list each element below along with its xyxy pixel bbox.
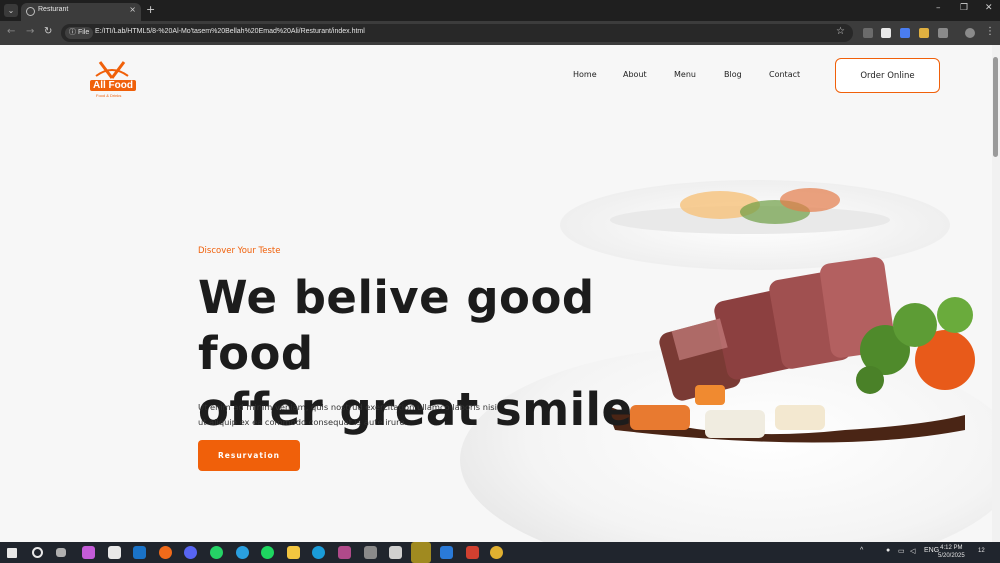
reload-icon[interactable]: ↻ <box>44 26 52 37</box>
tab-close-icon[interactable]: × <box>129 5 136 14</box>
windows-taskbar: ^ ● ▭ ◁ ENG 4:12 PM 5/20/2025 12 <box>0 542 1000 563</box>
nav-about[interactable]: About <box>623 70 647 79</box>
copilot-icon[interactable] <box>82 546 95 559</box>
task-view-icon[interactable] <box>56 548 66 557</box>
bookmark-star-icon[interactable]: ☆ <box>836 26 845 37</box>
hero-description: Ut enim ad minim veniam, quis nostrud ex… <box>198 400 508 430</box>
clock-date: 5/20/2025 <box>938 553 965 559</box>
whatsapp-icon[interactable] <box>210 546 223 559</box>
page-scrollbar[interactable] <box>992 45 1000 542</box>
nav-menu[interactable]: Menu <box>674 70 696 79</box>
close-window-icon[interactable]: ✕ <box>985 3 993 13</box>
clock-time: 4:12 PM <box>940 545 963 551</box>
microphone-icon[interactable]: ● <box>886 547 890 554</box>
site-logo[interactable]: All Food Food & Drinks <box>82 60 142 100</box>
back-icon[interactable]: ← <box>7 26 15 37</box>
restore-icon[interactable]: ❐ <box>960 3 968 13</box>
background-food-image <box>610 188 890 234</box>
description-line-1: Ut enim ad minim veniam, quis nostrud ex… <box>198 402 497 412</box>
notification-icon[interactable]: 12 <box>978 548 985 554</box>
minimize-icon[interactable]: – <box>936 3 941 13</box>
volume-icon[interactable]: ◁ <box>910 547 915 555</box>
puzzle-icon[interactable] <box>938 28 948 38</box>
nav-blog[interactable]: Blog <box>724 70 742 79</box>
windows-start-icon[interactable] <box>7 548 17 558</box>
extension-icon[interactable] <box>919 28 929 38</box>
search-icon[interactable] <box>32 547 43 558</box>
telegram-icon[interactable] <box>236 546 249 559</box>
reservation-button[interactable]: Resurvation <box>198 440 300 471</box>
browser-toolbar: ← → ↻ ⓘ File E:/ITI/Lab/HTML5/8-%20Al-Mo… <box>0 21 1000 45</box>
extension-icon[interactable] <box>863 28 873 38</box>
new-tab-button[interactable]: + <box>146 3 155 16</box>
edge-icon[interactable] <box>312 546 325 559</box>
profile-icon[interactable] <box>965 28 975 38</box>
order-online-button[interactable]: Order Online <box>835 58 940 93</box>
fork-knife-icon <box>95 61 129 79</box>
globe-icon <box>26 7 35 16</box>
logo-name: All Food <box>90 80 136 91</box>
nav-home[interactable]: Home <box>573 70 597 79</box>
network-icon[interactable]: ▭ <box>898 547 905 555</box>
chevron-up-icon[interactable]: ^ <box>860 547 863 554</box>
spotify-icon[interactable] <box>261 546 274 559</box>
app-icon[interactable] <box>389 546 402 559</box>
chrome-icon[interactable] <box>490 546 503 559</box>
extension-icon[interactable] <box>881 28 891 38</box>
app-icon[interactable] <box>338 546 351 559</box>
tab-title: Resturant <box>38 6 69 13</box>
app-icon[interactable] <box>466 546 479 559</box>
clock[interactable]: 4:12 PM 5/20/2025 <box>938 544 965 560</box>
headline-line-1: We belive good food <box>198 271 595 380</box>
extension-icon[interactable] <box>900 28 910 38</box>
store-icon[interactable] <box>108 546 121 559</box>
tab-search-icon[interactable]: ⌄ <box>4 4 18 17</box>
menu-icon[interactable]: ⋮ <box>985 26 995 37</box>
hero-kicker: Discover Your Teste <box>198 246 281 256</box>
page-viewport: All Food Food & Drinks Home About Menu B… <box>0 45 992 542</box>
description-line-2: ut aliquip ex ea commodo consequat is au… <box>198 417 408 427</box>
vscode-icon[interactable] <box>440 546 453 559</box>
address-bar[interactable]: ⓘ File E:/ITI/Lab/HTML5/8-%20Al-Mo'tasem… <box>61 24 853 42</box>
nav-contact[interactable]: Contact <box>769 70 800 79</box>
shield-icon[interactable] <box>364 546 377 559</box>
scrollbar-thumb[interactable] <box>993 57 998 157</box>
discord-icon[interactable] <box>184 546 197 559</box>
outlook-icon[interactable] <box>133 546 146 559</box>
browser-tab-bar: ⌄ Resturant × + – ❐ ✕ <box>0 0 1000 21</box>
file-info-chip[interactable]: ⓘ File <box>65 27 94 39</box>
url-text[interactable]: E:/ITI/Lab/HTML5/8-%20Al-Mo'tasem%20Bell… <box>95 28 365 35</box>
logo-tagline: Food & Drinks <box>96 93 122 98</box>
browser-tab[interactable]: Resturant × <box>21 3 141 21</box>
firefox-icon[interactable] <box>159 546 172 559</box>
language-indicator[interactable]: ENG <box>924 547 939 554</box>
forward-icon[interactable]: → <box>26 26 34 37</box>
app-icon[interactable] <box>411 542 431 563</box>
file-explorer-icon[interactable] <box>287 546 300 559</box>
